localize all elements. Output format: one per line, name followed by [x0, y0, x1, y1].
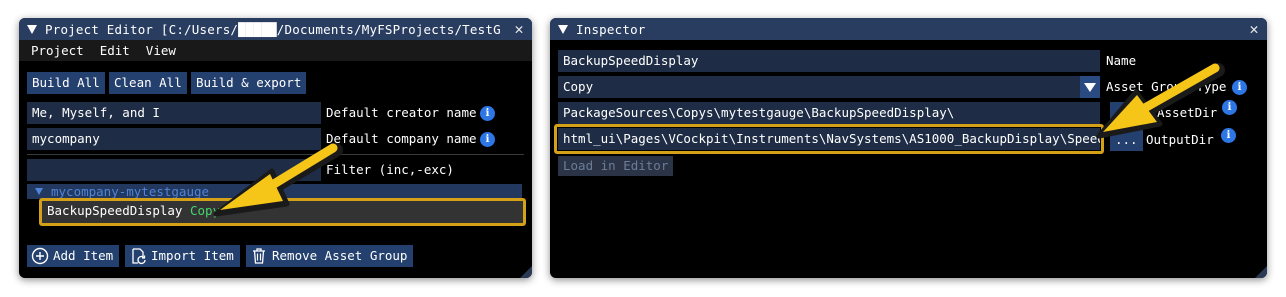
- info-icon[interactable]: i: [1222, 100, 1237, 115]
- highlight-box: [554, 124, 1104, 154]
- inspector-title: Inspector: [576, 21, 646, 37]
- name-input[interactable]: BackupSpeedDisplay: [558, 50, 1100, 72]
- project-editor-menubar: Project Edit View: [19, 40, 532, 61]
- project-editor-title: Project Editor [C:/Users/█████/Documents…: [45, 21, 501, 37]
- info-icon[interactable]: i: [480, 132, 495, 147]
- clean-all-button[interactable]: Clean All: [109, 72, 187, 94]
- separator: [27, 154, 524, 155]
- remove-asset-group-button[interactable]: Remove Asset Group: [246, 245, 414, 267]
- remove-asset-group-label: Remove Asset Group: [272, 248, 408, 263]
- asset-group-name: mycompany-mytestgauge: [51, 184, 210, 199]
- info-icon[interactable]: i: [480, 106, 495, 121]
- company-name-input[interactable]: mycompany: [27, 128, 321, 150]
- inspector-window: Inspector ✕ BackupSpeedDisplay Name Copy…: [550, 18, 1267, 278]
- plus-circle-icon: [31, 247, 49, 265]
- chevron-down-icon[interactable]: [1080, 76, 1100, 98]
- close-icon[interactable]: ✕: [510, 19, 528, 39]
- add-item-label: Add Item: [53, 248, 114, 263]
- inspector-titlebar[interactable]: Inspector ✕: [550, 18, 1267, 40]
- asset-group-type-label: Asset Group Type: [1106, 79, 1227, 94]
- filter-input[interactable]: [27, 159, 321, 181]
- output-dir-browse-button[interactable]: ...: [1110, 129, 1143, 151]
- name-label: Name: [1106, 53, 1137, 68]
- resize-grip[interactable]: [520, 266, 532, 278]
- info-icon[interactable]: i: [1221, 128, 1236, 143]
- asset-group-header[interactable]: mycompany-mytestgauge: [27, 184, 522, 199]
- highlight-box: [39, 198, 526, 226]
- asset-dir-input[interactable]: PackageSources\Copys\mytestgauge\BackupS…: [558, 102, 1100, 124]
- company-name-label: Default company name: [326, 131, 477, 146]
- trash-icon: [253, 248, 265, 264]
- expand-triangle-icon: [35, 188, 43, 195]
- resize-grip[interactable]: [1255, 266, 1267, 278]
- import-item-label: Import Item: [151, 248, 234, 263]
- menu-project[interactable]: Project: [23, 43, 92, 58]
- menu-view[interactable]: View: [138, 43, 184, 58]
- asset-dir-label: AssetDir: [1157, 105, 1218, 120]
- build-all-button[interactable]: Build All: [27, 72, 105, 94]
- asset-group-type-select[interactable]: Copy: [558, 76, 1080, 98]
- load-in-editor-button[interactable]: Load in Editor: [558, 156, 674, 176]
- creator-name-input[interactable]: Me, Myself, and I: [27, 102, 321, 124]
- import-file-icon: [132, 248, 146, 265]
- creator-name-label: Default creator name: [326, 105, 477, 120]
- filter-label: Filter (inc,-exc): [326, 162, 454, 177]
- project-editor-titlebar[interactable]: Project Editor [C:/Users/█████/Documents…: [19, 18, 532, 40]
- close-icon[interactable]: ✕: [1245, 19, 1263, 39]
- build-export-button[interactable]: Build & export: [191, 72, 307, 94]
- output-dir-label: OutputDir: [1146, 132, 1214, 147]
- add-item-button[interactable]: Add Item: [27, 245, 120, 267]
- menu-edit[interactable]: Edit: [92, 43, 138, 58]
- asset-dir-browse-button[interactable]: [1110, 102, 1140, 124]
- collapse-triangle-icon[interactable]: [27, 24, 37, 34]
- collapse-triangle-icon[interactable]: [558, 24, 568, 34]
- import-item-button[interactable]: Import Item: [125, 245, 240, 267]
- info-icon[interactable]: i: [1232, 80, 1247, 95]
- project-editor-window: Project Editor [C:/Users/█████/Documents…: [19, 18, 532, 278]
